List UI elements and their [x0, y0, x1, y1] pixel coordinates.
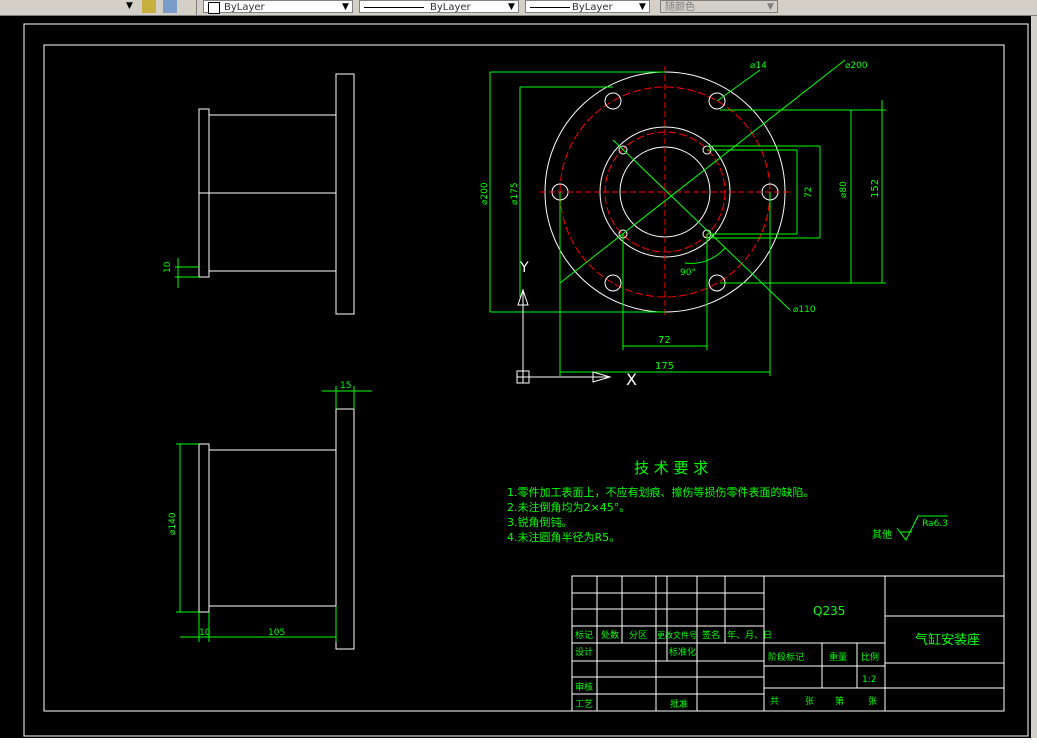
- outer-border: [23, 23, 1029, 737]
- tech-req-item-2: 2.未注倒角均为2×45°。: [507, 500, 630, 514]
- color-swatch-icon: [208, 2, 220, 14]
- front-dims: [489, 59, 886, 376]
- dim-140-text: ⌀140: [168, 512, 178, 535]
- chevron-down-icon: ▼: [508, 2, 515, 12]
- tb-review: 审核: [575, 681, 593, 693]
- dim-14-text: ⌀14: [750, 61, 767, 71]
- roughness-prefix: 其他: [872, 528, 892, 541]
- tb-scale-label: 比例: [861, 651, 879, 663]
- tb-hdr-3: 分区: [629, 630, 647, 641]
- chevron-down-icon: ▼: [342, 2, 349, 12]
- plotstyle-label: 随颜色: [665, 2, 695, 13]
- lineweight-label: ByLayer: [572, 2, 613, 13]
- tb-hdr-1: 标记: [575, 629, 593, 641]
- tb-standardize: 标准化: [669, 646, 696, 658]
- vertical-scrollbar[interactable]: [1031, 16, 1037, 738]
- side-view-bottom: [198, 408, 355, 650]
- axis-y-label: Y: [519, 260, 529, 276]
- linetype-label: ByLayer: [430, 2, 471, 13]
- tb-page: 第: [835, 695, 844, 707]
- plotstyle-dropdown[interactable]: 随颜色 ▼: [660, 0, 778, 13]
- linetype-sample-icon: [364, 7, 424, 8]
- dim-175-h-text: 175: [655, 361, 674, 372]
- tb-stage: 阶段标记: [768, 651, 804, 663]
- side-view-top: [198, 73, 355, 315]
- dim-80-text: ⌀80: [839, 181, 849, 198]
- layer-dropdown-arrow-icon[interactable]: ▼: [126, 1, 133, 11]
- dim-200-text: ⌀200: [845, 61, 868, 71]
- dim-105-text: 105: [268, 628, 285, 638]
- dim-72-h-text: 72: [658, 335, 671, 346]
- tb-hdr-4: 更改文件号: [657, 630, 697, 640]
- tech-req-item-1: 1.零件加工表面上，不应有划痕、擦伤等损伤零件表面的缺陷。: [507, 485, 815, 499]
- layers-icon[interactable]: [142, 0, 156, 13]
- dim-110-text: ⌀110: [793, 305, 816, 315]
- tb-hdr-6: 年、月、日: [727, 629, 772, 641]
- cad-drawing[interactable]: 10 15 ⌀140 10 105 ⌀14 ⌀200 ⌀110 ⌀175 ⌀20…: [0, 16, 1031, 738]
- ucs-icon: [516, 288, 612, 384]
- dims-side-bottom: [176, 386, 372, 642]
- roughness-value: Ra6.3: [922, 519, 948, 529]
- tb-weight: 重量: [829, 651, 847, 663]
- drawing-area[interactable]: 10 15 ⌀140 10 105 ⌀14 ⌀200 ⌀110 ⌀175 ⌀20…: [0, 16, 1031, 738]
- tb-part-name: 气缸安装座: [915, 632, 980, 648]
- properties-toolbar: ▼ ByLayer ▼ ByLayer ▼ ByLayer ▼ 随颜色 ▼: [0, 0, 1037, 16]
- dim-175-left-text: ⌀175: [510, 182, 520, 205]
- tb-material: Q235: [813, 604, 845, 618]
- front-view: [540, 66, 790, 318]
- dim-72-v-text: 72: [804, 187, 814, 198]
- tb-sheet1: 张: [805, 696, 814, 707]
- dim-angle-text: 90°: [680, 268, 696, 278]
- command-line[interactable]: [0, 738, 1037, 743]
- tech-req-item-4: 4.未注圆角半径为R5。: [507, 530, 620, 544]
- dim-15-text: 15: [340, 381, 351, 391]
- tb-sheet2: 张: [868, 696, 877, 707]
- dim-10-top: [175, 258, 199, 288]
- tb-design: 设计: [575, 646, 593, 658]
- tb-total: 共: [770, 696, 779, 707]
- tb-scale: 1:2: [862, 675, 876, 685]
- tech-req-title: 技 术 要 求: [634, 459, 708, 477]
- lineweight-dropdown[interactable]: ByLayer ▼: [525, 0, 650, 13]
- chevron-down-icon: ▼: [639, 2, 646, 12]
- dim-10-bottom-text: 10: [199, 628, 211, 638]
- tech-req-item-3: 3.锐角倒钝。: [507, 515, 573, 529]
- tb-hdr-2: 处数: [601, 629, 619, 641]
- dim-10-top-text: 10: [163, 261, 173, 273]
- chevron-down-icon: ▼: [767, 2, 774, 12]
- tb-approve: 批准: [670, 698, 688, 710]
- layer-state-icon[interactable]: [163, 0, 177, 13]
- tb-process: 工艺: [575, 699, 593, 710]
- lineweight-sample-icon: [530, 7, 570, 8]
- color-control-label: ByLayer: [224, 2, 265, 13]
- tb-hdr-5: 签名: [702, 629, 720, 641]
- color-control-dropdown[interactable]: ByLayer ▼: [203, 0, 353, 14]
- dim-152-text: 152: [870, 179, 881, 198]
- dim-200-left-text: ⌀200: [480, 182, 490, 205]
- inner-border: [43, 44, 1005, 712]
- linetype-dropdown[interactable]: ByLayer ▼: [359, 0, 519, 13]
- axis-x-label: X: [626, 370, 637, 389]
